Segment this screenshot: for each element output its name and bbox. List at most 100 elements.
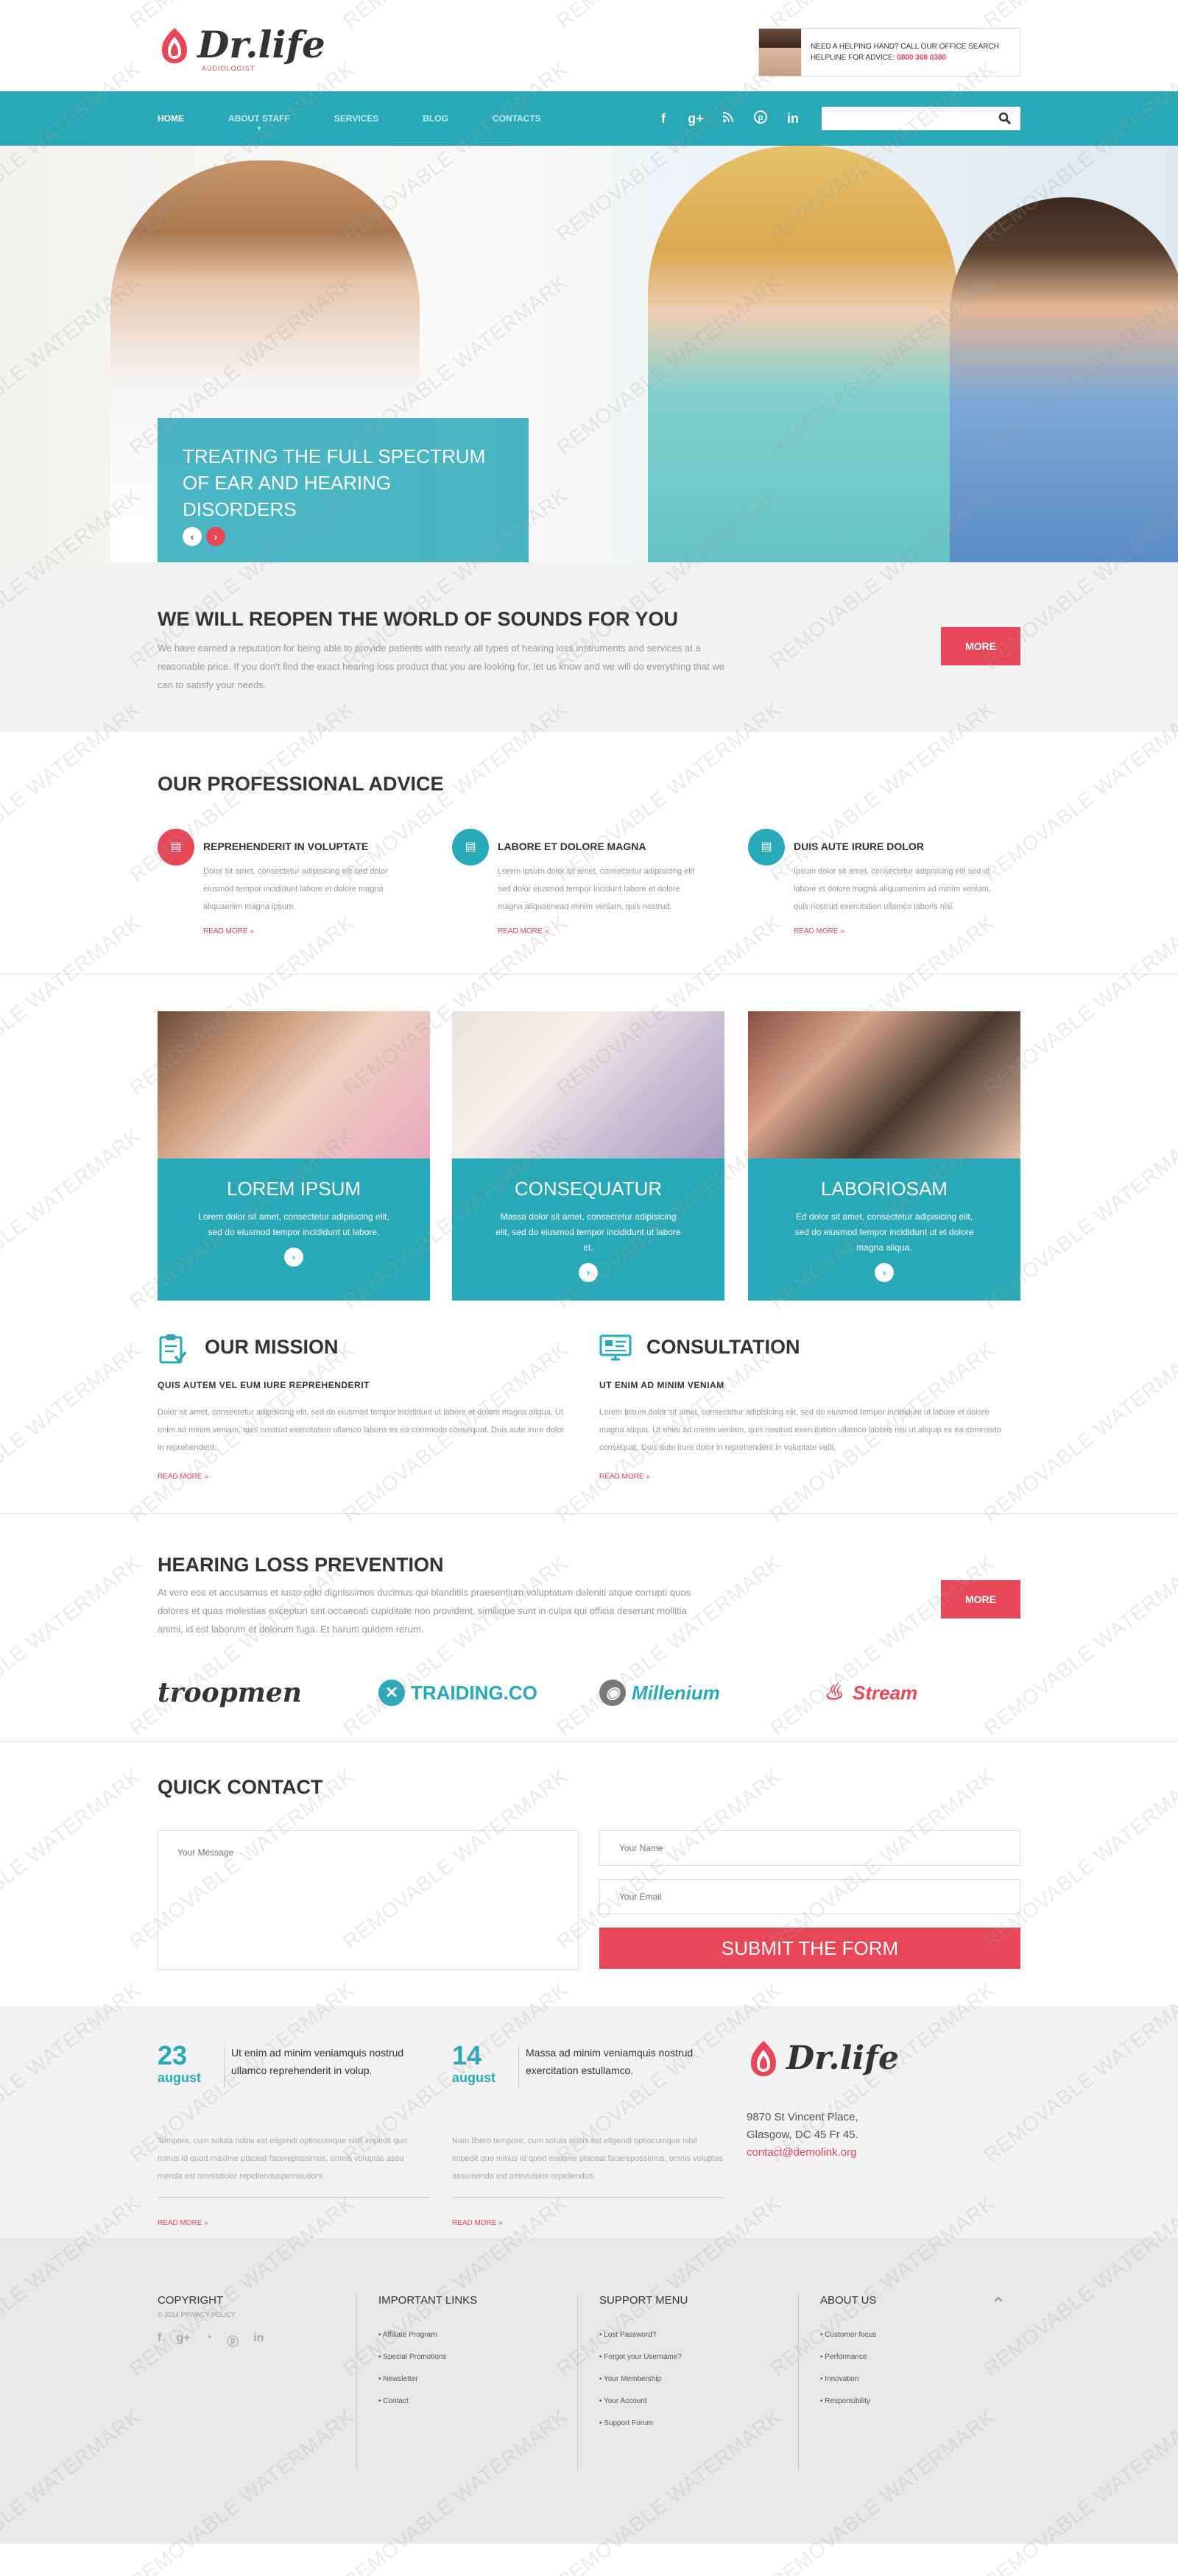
address-line2: Glasgow, DC 45 Fr 45. bbox=[747, 2129, 858, 2141]
hero-arrows: ‹ › bbox=[183, 527, 225, 546]
google-plus-icon[interactable]: g+ bbox=[688, 111, 704, 127]
consultation-read-more-link[interactable]: READ MORE » bbox=[599, 1473, 650, 1481]
linkedin-icon[interactable]: in bbox=[785, 111, 801, 127]
prevention-more-button[interactable]: MORE bbox=[941, 1580, 1020, 1618]
advice-read-more-link[interactable]: READ MORE » bbox=[794, 927, 844, 935]
nav-link-home[interactable]: Home bbox=[158, 113, 184, 124]
hero-title-line1: TREATING THE FULL SPECTRUM bbox=[183, 445, 486, 467]
nav-link-services[interactable]: Services bbox=[334, 113, 378, 124]
name-field[interactable] bbox=[599, 1830, 1020, 1866]
news-title[interactable]: Massa ad minim veniamquis nostrud exerci… bbox=[526, 2044, 717, 2079]
partner-name: Stream bbox=[853, 1681, 918, 1704]
hero-image-patient bbox=[648, 146, 957, 562]
news-day: 14 bbox=[452, 2040, 482, 2070]
intro-more-button[interactable]: MORE bbox=[941, 627, 1020, 665]
consultation-column: CONSULTATION UT ENIM AD MINIM VENIAM Lor… bbox=[599, 1330, 1026, 1514]
news-title[interactable]: Ut enim ad minim veniamquis nostrud ulla… bbox=[231, 2044, 423, 2079]
copyright-text[interactable]: © 2014 PRIVACY POLICY bbox=[158, 2311, 356, 2318]
intro-text: We have earned a reputation for being ab… bbox=[158, 643, 724, 690]
consultation-text: Lorem ipsum dolor sit amet, consectetur … bbox=[599, 1408, 1001, 1452]
pinterest-icon[interactable]: ⓟ bbox=[227, 2332, 239, 2349]
news-month: august bbox=[158, 2070, 202, 2085]
google-plus-icon[interactable]: g+ bbox=[176, 2332, 190, 2349]
service-card[interactable]: LOREM IPSUM Lorem dolor sit amet, consec… bbox=[158, 1011, 430, 1301]
footer-link[interactable]: Responsibility bbox=[820, 2391, 1019, 2413]
svg-text:p: p bbox=[758, 113, 763, 122]
mission-column: OUR MISSION QUIS AUTEM VEL EUM IURE REPR… bbox=[158, 1330, 585, 1514]
site-logo[interactable]: Dr.life AUDIOLOGIST bbox=[158, 26, 325, 72]
footer-link[interactable]: Your Account bbox=[599, 2391, 798, 2413]
arrow-right-icon[interactable]: › bbox=[875, 1263, 894, 1282]
scroll-to-top-button[interactable]: ⌃ bbox=[984, 2290, 1013, 2319]
rss-icon[interactable]: ◔ bbox=[205, 2332, 212, 2349]
footer-link[interactable]: Forgot your Username? bbox=[599, 2346, 798, 2368]
news-read-more-link[interactable]: READ MORE » bbox=[158, 2219, 208, 2227]
footer-address: 9870 St Vincent Place, Glasgow, DC 45 Fr… bbox=[747, 2109, 858, 2162]
advice-read-more-link[interactable]: READ MORE » bbox=[203, 927, 254, 935]
search-icon[interactable] bbox=[998, 112, 1012, 129]
main-nav: Home About staff ▼ Services Blog Contacts… bbox=[0, 91, 1178, 146]
slider-prev-button[interactable]: ‹ bbox=[183, 527, 202, 546]
linkedin-icon[interactable]: in bbox=[253, 2332, 264, 2349]
service-card[interactable]: CONSEQUATUR Massa dolor sit amet, consec… bbox=[452, 1011, 724, 1301]
footer-link[interactable]: Affiliate Program bbox=[378, 2324, 577, 2346]
mission-read-more-link[interactable]: READ MORE » bbox=[158, 1473, 208, 1481]
nav-item-home[interactable]: Home bbox=[158, 112, 184, 125]
footer-link[interactable]: Special Promotions bbox=[378, 2346, 577, 2368]
service-card[interactable]: LABORIOSAM Ed dolor sit amet, consectetu… bbox=[748, 1011, 1020, 1301]
submit-form-button[interactable]: SUBMIT THE FORM bbox=[599, 1928, 1020, 1969]
footer-link[interactable]: Newsletter bbox=[378, 2368, 577, 2391]
service-card-image bbox=[452, 1011, 724, 1158]
facebook-icon[interactable]: f bbox=[655, 111, 671, 127]
nav-link-about[interactable]: About staff bbox=[228, 113, 290, 124]
helpline-text: NEED A HELPING HAND? CALL OUR OFFICE SEA… bbox=[802, 41, 999, 63]
message-field[interactable] bbox=[158, 1830, 579, 1970]
partner-logo-millenium[interactable]: ◉ Millenium bbox=[599, 1674, 720, 1711]
footer-link[interactable]: Your Membership bbox=[599, 2368, 798, 2391]
partner-logo-troopmen[interactable]: troopmen bbox=[158, 1674, 302, 1711]
circle-badge-icon: ◉ bbox=[599, 1680, 626, 1706]
intro-title: WE WILL REOPEN THE WORLD OF SOUNDS FOR Y… bbox=[158, 608, 679, 630]
rss-icon[interactable] bbox=[720, 111, 736, 127]
nav-link-contacts[interactable]: Contacts bbox=[493, 113, 541, 124]
advice-item-text: Dolor sit amet, consectetur adipisicing … bbox=[203, 867, 388, 911]
helpline-avatar bbox=[759, 29, 802, 76]
contact-section: QUICK CONTACT SUBMIT THE FORM bbox=[0, 1742, 1178, 2006]
x-badge-icon: ✕ bbox=[378, 1680, 405, 1706]
footer-logo[interactable]: Dr.life bbox=[747, 2039, 899, 2078]
search-input[interactable] bbox=[822, 107, 991, 130]
email-link[interactable]: contact@demolink.org bbox=[747, 2146, 856, 2159]
advice-item-text: Lorem ipsum dolor sit amet, consectetur … bbox=[498, 867, 695, 911]
partner-logo-traiding[interactable]: ✕ TRAIDING.CO bbox=[378, 1674, 537, 1711]
partner-logo-stream[interactable]: ♨ Stream bbox=[820, 1674, 918, 1711]
arrow-right-icon[interactable]: › bbox=[284, 1248, 303, 1267]
service-card-title: LABORIOSAM bbox=[821, 1178, 948, 1200]
divider bbox=[798, 2294, 799, 2471]
footer-link[interactable]: Innovation bbox=[820, 2368, 1019, 2391]
contact-title: QUICK CONTACT bbox=[158, 1776, 323, 1798]
advice-item-title: LABORE ET DOLORE MAGNA bbox=[498, 841, 646, 852]
hero-slider: TREATING THE FULL SPECTRUM OF EAR AND HE… bbox=[0, 146, 1178, 562]
news-read-more-link[interactable]: READ MORE » bbox=[452, 2219, 503, 2227]
nav-item-blog[interactable]: Blog bbox=[423, 112, 448, 125]
footer-link[interactable]: Contact bbox=[378, 2391, 577, 2413]
slider-next-button[interactable]: › bbox=[206, 527, 225, 546]
facebook-icon[interactable]: f bbox=[158, 2332, 161, 2349]
arrow-right-icon[interactable]: › bbox=[579, 1263, 598, 1282]
nav-link-blog[interactable]: Blog bbox=[423, 113, 448, 124]
nav-item-services[interactable]: Services bbox=[334, 112, 378, 125]
advice-read-more-link[interactable]: READ MORE » bbox=[498, 927, 549, 935]
footer-link[interactable]: Performance bbox=[820, 2346, 1019, 2368]
nav-item-contacts[interactable]: Contacts bbox=[493, 112, 541, 125]
email-field[interactable] bbox=[599, 1879, 1020, 1914]
footer-link[interactable]: Customer focus bbox=[820, 2324, 1019, 2346]
mission-text: Dolor sit amet, consectetur adipisicing … bbox=[158, 1408, 565, 1452]
pinterest-icon[interactable]: p bbox=[752, 110, 769, 127]
helpline-line1: NEED A HELPING HAND? CALL OUR OFFICE SEA… bbox=[811, 43, 999, 51]
footer-link[interactable]: Lost Password? bbox=[599, 2324, 798, 2346]
nav-item-about[interactable]: About staff ▼ bbox=[228, 112, 290, 132]
helpline-phone[interactable]: 0800 368 0380 bbox=[897, 54, 946, 62]
mission-section: OUR MISSION QUIS AUTEM VEL EUM IURE REPR… bbox=[0, 1330, 1178, 1514]
service-card-body: CONSEQUATUR Massa dolor sit amet, consec… bbox=[452, 1158, 724, 1301]
footer-link[interactable]: Support Forum bbox=[599, 2413, 798, 2435]
